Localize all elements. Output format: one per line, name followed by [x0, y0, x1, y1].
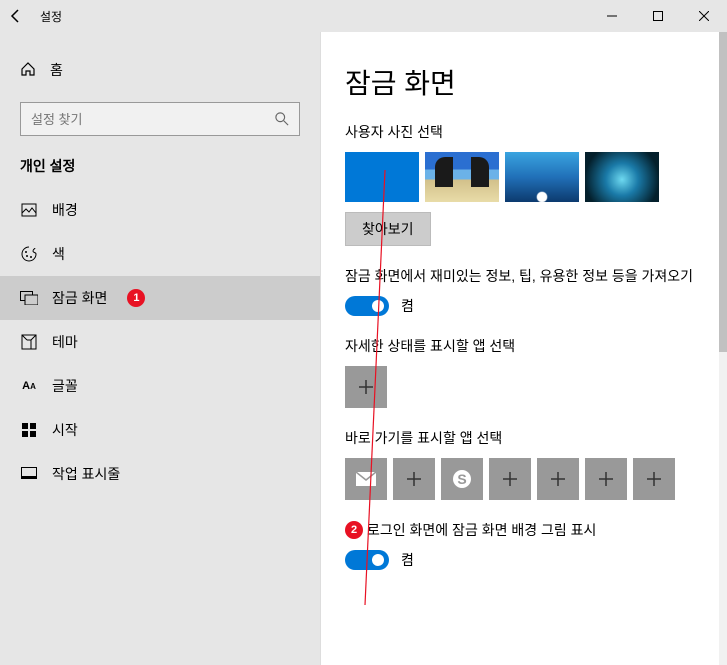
plus-icon — [357, 378, 375, 396]
close-icon — [699, 11, 709, 21]
page-title: 잠금 화면 — [345, 62, 703, 102]
photo-thumbnails — [345, 152, 703, 202]
theme-icon — [20, 333, 38, 351]
quick-app-add-4[interactable] — [585, 458, 627, 500]
plus-icon — [405, 470, 423, 488]
back-button[interactable] — [0, 0, 32, 32]
login-bg-toggle-state: 켬 — [401, 550, 414, 570]
login-bg-toggle-row: 켬 — [345, 550, 703, 570]
sidebar-item-themes[interactable]: 테마 — [0, 320, 320, 364]
thumbnail-beach[interactable] — [425, 152, 499, 202]
window-title: 설정 — [40, 8, 62, 25]
palette-icon — [20, 245, 38, 263]
tips-toggle-state: 켬 — [401, 296, 414, 316]
home-link[interactable]: 홈 — [0, 52, 320, 88]
home-icon — [20, 61, 36, 80]
sidebar-item-label: 배경 — [52, 200, 78, 220]
quick-app-add-2[interactable] — [489, 458, 531, 500]
detail-app-label: 자세한 상태를 표시할 앱 선택 — [345, 336, 703, 356]
section-heading: 개인 설정 — [0, 156, 320, 188]
thumbnail-reef[interactable] — [505, 152, 579, 202]
arrow-left-icon — [8, 8, 24, 24]
browse-button[interactable]: 찾아보기 — [345, 212, 431, 246]
search-icon — [275, 112, 289, 126]
quick-app-mail[interactable] — [345, 458, 387, 500]
thumbnail-cave[interactable] — [585, 152, 659, 202]
sidebar-item-lockscreen[interactable]: 잠금 화면 1 — [0, 276, 320, 320]
login-bg-label: 로그인 화면에 잠금 화면 배경 그림 표시 — [367, 520, 596, 540]
maximize-icon — [653, 11, 663, 21]
login-bg-toggle[interactable] — [345, 550, 389, 570]
mail-icon — [356, 472, 376, 486]
sidebar-item-label: 테마 — [52, 332, 78, 352]
add-detail-app-button[interactable] — [345, 366, 387, 408]
minimize-icon — [607, 11, 617, 21]
plus-icon — [645, 470, 663, 488]
sidebar-item-label: 잠금 화면 — [52, 288, 107, 308]
search-input[interactable] — [31, 112, 267, 127]
start-icon — [20, 421, 38, 439]
scrollbar-thumb[interactable] — [719, 32, 727, 352]
sidebar-item-label: 시작 — [52, 420, 78, 440]
annotation-badge-1: 1 — [127, 289, 145, 307]
sidebar-item-label: 글꼴 — [52, 376, 78, 396]
search-box[interactable] — [20, 102, 300, 136]
window-buttons — [589, 0, 727, 32]
quick-app-skype[interactable]: S — [441, 458, 483, 500]
quick-app-label: 바로 가기를 표시할 앱 선택 — [345, 428, 703, 448]
quick-app-add-5[interactable] — [633, 458, 675, 500]
sidebar-item-label: 작업 표시줄 — [52, 464, 120, 484]
sidebar-item-label: 색 — [52, 244, 65, 264]
font-icon: AA — [20, 377, 38, 395]
plus-icon — [501, 470, 519, 488]
tips-label: 잠금 화면에서 재미있는 정보, 팁, 유용한 정보 등을 가져오기 — [345, 266, 703, 286]
sidebar-item-colors[interactable]: 색 — [0, 232, 320, 276]
sidebar-item-taskbar[interactable]: 작업 표시줄 — [0, 452, 320, 496]
pick-photo-label: 사용자 사진 선택 — [345, 122, 703, 142]
plus-icon — [597, 470, 615, 488]
skype-icon: S — [451, 468, 473, 490]
lockscreen-icon — [20, 289, 38, 307]
settings-window: 설정 홈 개인 설정 — [0, 0, 727, 665]
sidebar-item-start[interactable]: 시작 — [0, 408, 320, 452]
thumbnail-selected[interactable] — [345, 152, 419, 202]
home-label: 홈 — [50, 60, 63, 80]
body: 홈 개인 설정 배경 색 잠금 화면 1 테마 — [0, 32, 727, 665]
sidebar: 홈 개인 설정 배경 색 잠금 화면 1 테마 — [0, 32, 320, 665]
close-button[interactable] — [681, 0, 727, 32]
tips-toggle[interactable] — [345, 296, 389, 316]
annotation-badge-2: 2 — [345, 521, 363, 539]
content-area: 잠금 화면 사용자 사진 선택 찾아보기 잠금 화면에서 재미있는 정보, 팁,… — [320, 32, 727, 665]
svg-text:S: S — [457, 471, 466, 487]
tips-toggle-row: 켬 — [345, 296, 703, 316]
plus-icon — [549, 470, 567, 488]
picture-icon — [20, 201, 38, 219]
quick-app-row: S — [345, 458, 703, 500]
maximize-button[interactable] — [635, 0, 681, 32]
login-bg-row: 2 로그인 화면에 잠금 화면 배경 그림 표시 — [345, 520, 703, 540]
quick-app-add-3[interactable] — [537, 458, 579, 500]
sidebar-item-fonts[interactable]: AA 글꼴 — [0, 364, 320, 408]
sidebar-item-background[interactable]: 배경 — [0, 188, 320, 232]
taskbar-icon — [20, 465, 38, 483]
minimize-button[interactable] — [589, 0, 635, 32]
titlebar: 설정 — [0, 0, 727, 32]
quick-app-add-1[interactable] — [393, 458, 435, 500]
